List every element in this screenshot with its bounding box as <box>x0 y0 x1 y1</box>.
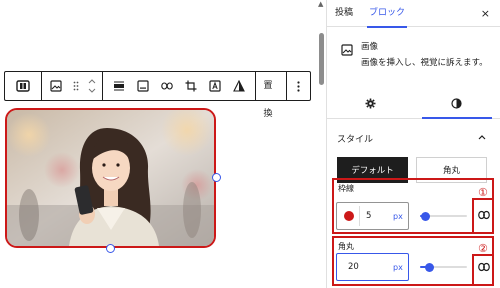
link-icon[interactable] <box>155 72 179 100</box>
scrollbar-thumb[interactable] <box>319 33 324 85</box>
radius-unit[interactable]: px <box>393 263 403 272</box>
border-width-value: 5 <box>366 211 372 221</box>
sidebar-tabs: 投稿 ブロック × <box>327 0 500 28</box>
tab-block[interactable]: ブロック <box>361 0 413 28</box>
caption-icon[interactable] <box>131 72 155 100</box>
unlink-sides-icon[interactable] <box>476 207 492 223</box>
block-description: 画像を挿入し、視覚に訴えます。 <box>361 58 488 68</box>
selected-image[interactable] <box>5 108 216 248</box>
section-title: スタイル <box>337 134 374 145</box>
annotation-one: ① <box>478 186 488 199</box>
replace-button[interactable]: 置換 <box>255 72 286 119</box>
move-up-down-icon[interactable] <box>84 72 100 100</box>
border-width-field[interactable]: 5 px <box>336 202 409 230</box>
resize-handle-right[interactable] <box>212 173 221 182</box>
settings-tab[interactable] <box>327 89 414 118</box>
editor-canvas: 置換 <box>0 0 320 288</box>
radius-label: 角丸 <box>338 242 354 251</box>
radius-slider-knob[interactable] <box>425 262 434 272</box>
align-icon[interactable] <box>11 72 35 100</box>
styles-section-header[interactable]: スタイル <box>327 119 500 157</box>
align-full-icon[interactable] <box>107 72 131 100</box>
block-card: 画像 画像を挿入し、視覚に訴えます。 <box>327 27 500 89</box>
field-divider <box>359 206 360 226</box>
radius-value: 20 <box>348 262 359 272</box>
resize-handle-bottom[interactable] <box>106 244 115 253</box>
border-color-swatch[interactable] <box>344 211 354 221</box>
unlink-corners-icon[interactable] <box>476 259 492 275</box>
half-circle-icon <box>451 94 462 113</box>
image-block-icon <box>341 41 353 89</box>
more-icon[interactable] <box>287 72 310 100</box>
block-title: 画像 <box>361 42 379 52</box>
scroll-up-icon[interactable]: ▲ <box>318 0 323 8</box>
border-label: 枠線 <box>338 184 354 193</box>
radius-field[interactable]: 20 px <box>336 253 409 281</box>
styles-tab[interactable] <box>414 89 500 119</box>
tab-post[interactable]: 投稿 <box>327 0 361 27</box>
crop-icon[interactable] <box>179 72 203 100</box>
block-toolbar: 置換 <box>4 71 311 119</box>
canvas-scrollbar[interactable]: ▲ <box>317 0 326 288</box>
text-overlay-icon[interactable] <box>203 72 227 100</box>
photo-woman-smartphone <box>7 110 214 246</box>
chevron-up-icon <box>478 133 486 143</box>
border-slider-knob[interactable] <box>421 211 430 221</box>
image-icon[interactable] <box>44 72 68 100</box>
close-icon[interactable]: × <box>481 7 490 20</box>
duotone-icon[interactable] <box>227 72 251 100</box>
settings-sidebar: 投稿 ブロック × 画像 画像を挿入し、視覚に訴えます。 スタイル デフォルト … <box>326 0 500 288</box>
inspector-subtabs <box>327 89 500 119</box>
border-unit[interactable]: px <box>393 212 403 221</box>
gear-icon <box>365 94 376 113</box>
drag-icon[interactable] <box>68 72 84 100</box>
annotation-two: ② <box>478 242 488 255</box>
